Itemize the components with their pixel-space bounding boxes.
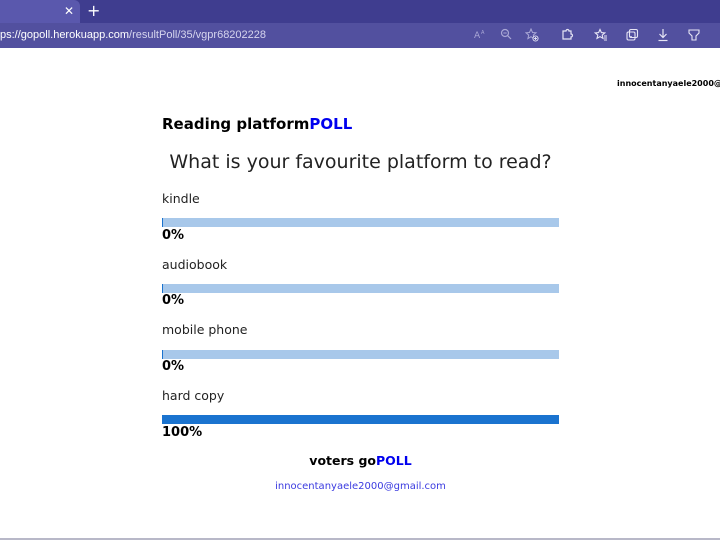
brand-accent: POLL <box>309 115 353 133</box>
brand-prefix: Reading platform <box>162 115 310 133</box>
poll-brand-title: Reading platformPOLL <box>162 115 352 133</box>
result-bar-tick <box>162 218 163 227</box>
extensions-icon[interactable] <box>559 28 575 44</box>
result-bar-tick <box>162 415 163 424</box>
address-bar[interactable]: ps://gopoll.herokuapp.com/resultPoll/35/… <box>0 23 720 48</box>
new-tab-icon[interactable]: + <box>87 2 100 20</box>
collections-icon[interactable] <box>624 28 640 44</box>
voters-gopoll-link[interactable]: voters goPOLL <box>162 453 559 468</box>
result-bar-tick <box>162 350 163 359</box>
result-bar <box>162 350 559 359</box>
result-bar-fill <box>162 415 559 424</box>
browser-toolbar: ✕ + ps://gopoll.herokuapp.com/resultPoll… <box>0 0 720 48</box>
footer-email-link[interactable]: innocentanyaele2000@gmail.com <box>162 481 559 492</box>
close-tab-icon[interactable]: ✕ <box>64 4 74 18</box>
option-percent: 0% <box>162 228 185 243</box>
option-label: hard copy <box>162 388 225 403</box>
option-label: audiobook <box>162 257 228 272</box>
result-bar <box>162 218 559 227</box>
svg-text:A: A <box>481 30 485 36</box>
zoom-out-icon[interactable] <box>498 28 514 44</box>
read-aloud-icon[interactable]: AA <box>473 28 489 44</box>
url-host: ps://gopoll.herokuapp.com <box>0 29 130 41</box>
tab-strip: ✕ + <box>0 0 720 23</box>
result-bar <box>162 284 559 293</box>
user-email: innocentanyaele2000@g <box>617 79 720 88</box>
favorite-add-icon[interactable] <box>524 27 540 44</box>
active-tab[interactable]: ✕ <box>0 0 80 23</box>
voters-accent: POLL <box>375 453 412 468</box>
url-text[interactable]: ps://gopoll.herokuapp.com/resultPoll/35/… <box>0 29 266 41</box>
option-percent: 0% <box>162 359 185 374</box>
downloads-icon[interactable] <box>655 28 671 44</box>
voters-prefix: voters go <box>309 453 376 468</box>
svg-text:A: A <box>474 31 481 40</box>
result-bar <box>162 415 559 424</box>
result-bar-tick <box>162 284 163 293</box>
poll-question: What is your favourite platform to read? <box>169 151 552 173</box>
settings-icon[interactable] <box>686 28 702 44</box>
option-percent: 0% <box>162 293 185 308</box>
option-percent: 100% <box>162 425 203 440</box>
option-label: kindle <box>162 191 200 206</box>
option-label: mobile phone <box>162 322 248 337</box>
url-path: /resultPoll/35/vgpr68202228 <box>129 29 267 41</box>
favorites-icon[interactable] <box>593 28 609 44</box>
